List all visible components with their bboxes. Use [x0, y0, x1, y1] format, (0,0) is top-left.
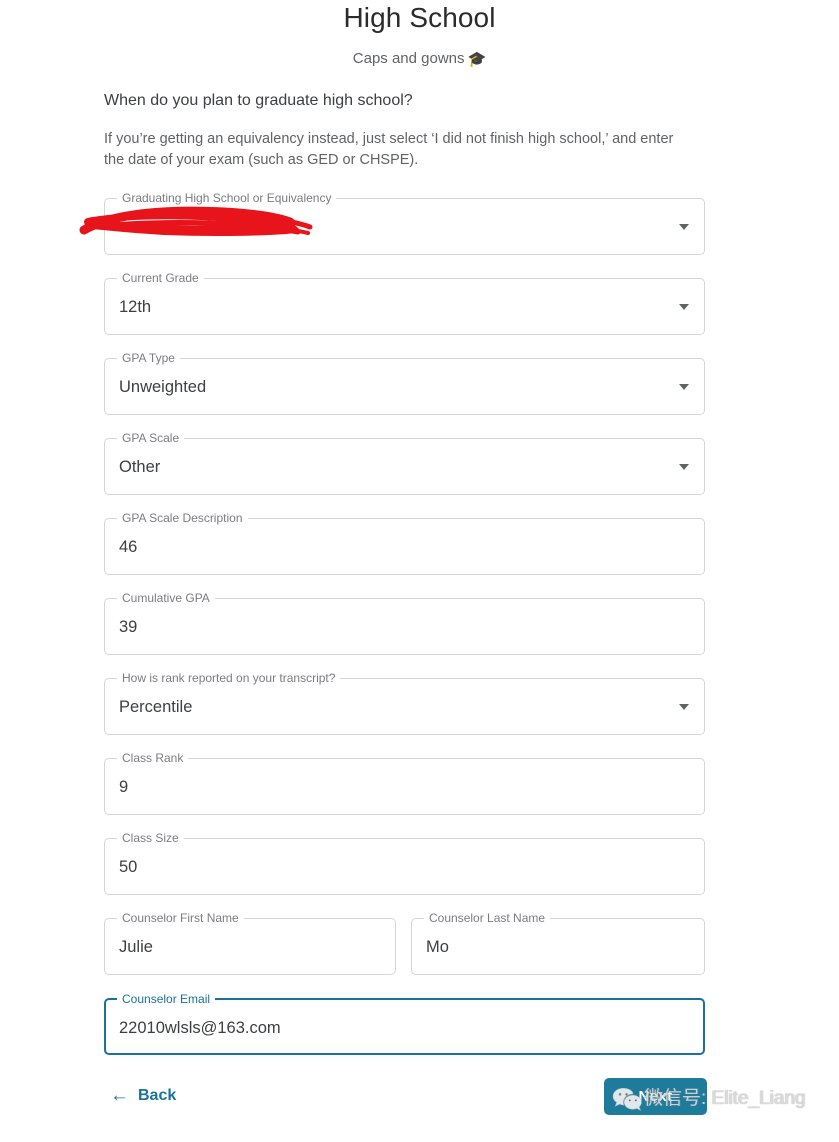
page-title: High School [343, 2, 496, 33]
chevron-down-icon[interactable] [679, 304, 689, 310]
field-label-gpa-scale: GPA Scale [117, 431, 185, 445]
field-counselor-last-name[interactable]: Counselor Last Name Mo [411, 911, 705, 975]
high-school-form-page: High School Caps and gowns 🎓 When do you … [0, 0, 839, 1142]
page-subtitle: Caps and gowns 🎓 [0, 48, 839, 71]
field-value-rank-reported: Percentile [119, 698, 193, 716]
field-value-gpa-scale: Other [119, 458, 161, 476]
field-value-counselor-email: 22010wlsls@163.com [119, 1019, 281, 1037]
field-label-cumulative-gpa: Cumulative GPA [117, 591, 215, 605]
field-counselor-first-name[interactable]: Counselor First Name Julie [104, 911, 396, 975]
back-button-label: Back [138, 1086, 177, 1104]
field-value-counselor-last-name: Mo [426, 938, 449, 956]
field-label-class-rank: Class Rank [117, 751, 189, 765]
field-value-class-rank: 9 [119, 778, 129, 796]
field-label-gpa-type: GPA Type [117, 351, 180, 365]
field-current-grade[interactable]: Current Grade 12th [104, 271, 705, 335]
field-graduating-high-school[interactable]: Graduating High School or Equivalency [104, 191, 705, 255]
field-value-gpa-type: Unweighted [119, 378, 207, 396]
chevron-down-icon[interactable] [679, 224, 689, 230]
page-subtitle-text: Caps and gowns [352, 50, 465, 67]
field-value-gpa-scale-description: 46 [119, 538, 138, 556]
field-gpa-scale[interactable]: GPA Scale Other [104, 431, 705, 495]
next-button[interactable]: Next [604, 1078, 707, 1115]
field-value-current-grade: 12th [119, 298, 152, 316]
field-value-cumulative-gpa: 39 [119, 618, 138, 636]
form-helper-text: If you’re getting an equivalency instead… [104, 131, 674, 168]
arrow-left-icon: ← [110, 1085, 129, 1106]
field-label-counselor-last-name: Counselor Last Name [424, 911, 551, 925]
field-value-counselor-first-name: Julie [119, 938, 153, 956]
field-label-gpa-scale-description: GPA Scale Description [117, 511, 248, 525]
field-gpa-type[interactable]: GPA Type Unweighted [104, 351, 705, 415]
field-class-size[interactable]: Class Size 50 [104, 831, 705, 895]
field-label-counselor-email: Counselor Email [117, 992, 216, 1006]
chevron-down-icon[interactable] [679, 384, 689, 390]
field-label-graduating-high-school: Graduating High School or Equivalency [117, 191, 337, 205]
field-cumulative-gpa[interactable]: Cumulative GPA 39 [104, 591, 705, 655]
field-value-class-size: 50 [119, 858, 138, 876]
form-question: When do you plan to graduate high school… [104, 92, 413, 109]
field-rank-reported[interactable]: How is rank reported on your transcript?… [104, 671, 705, 735]
chevron-down-icon[interactable] [679, 704, 689, 710]
field-gpa-scale-description[interactable]: GPA Scale Description 46 [104, 511, 705, 575]
field-label-rank-reported: How is rank reported on your transcript? [117, 671, 341, 685]
back-button[interactable]: ← Back [110, 1086, 176, 1105]
graduation-cap-icon: 🎓 [467, 51, 487, 68]
field-counselor-email[interactable]: Counselor Email 22010wlsls@163.com [104, 992, 705, 1055]
chevron-down-icon[interactable] [679, 464, 689, 470]
field-class-rank[interactable]: Class Rank 9 [104, 751, 705, 815]
field-label-class-size: Class Size [117, 831, 184, 845]
field-label-current-grade: Current Grade [117, 271, 204, 285]
field-label-counselor-first-name: Counselor First Name [117, 911, 244, 925]
